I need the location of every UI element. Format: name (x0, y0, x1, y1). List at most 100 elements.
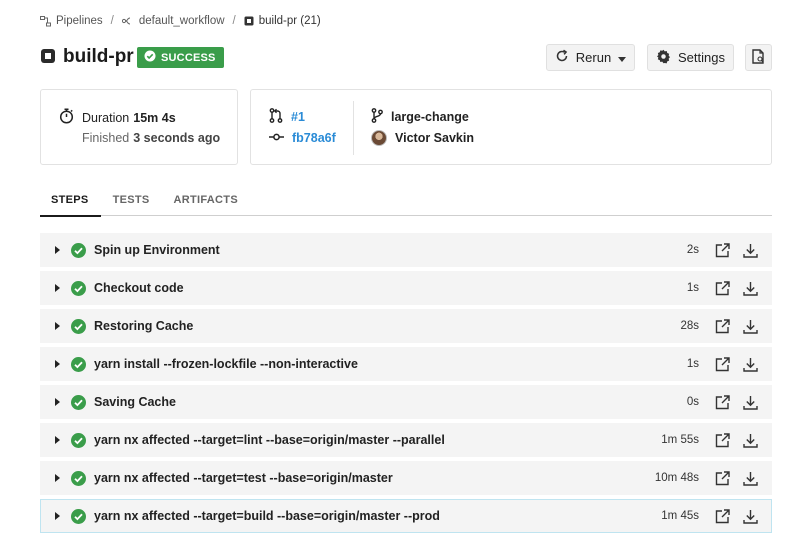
refresh-icon (555, 49, 569, 66)
success-check-icon (71, 508, 86, 524)
step-name: Checkout code (94, 281, 184, 295)
breadcrumb-label: build-pr (21) (258, 15, 321, 27)
download-icon[interactable] (741, 431, 759, 449)
commit-info-card: #1 fb78a6f large-change Victor Savkin (250, 89, 772, 165)
steps-list: Spin up Environment 2s Checkout code 1s … (40, 233, 772, 537)
step-name: yarn nx affected --target=build --base=o… (94, 509, 440, 523)
tab-bar: STEPS TESTS ARTIFACTS (40, 183, 772, 217)
download-icon[interactable] (741, 507, 759, 525)
duration-card: Duration 15m 4s Finished 3 seconds ago (40, 89, 238, 165)
commit-icon (269, 131, 284, 145)
pull-request-row: #1 (269, 108, 305, 126)
step-row[interactable]: yarn nx affected --target=lint --base=or… (40, 423, 772, 457)
download-icon[interactable] (741, 393, 759, 411)
document-icon (752, 48, 765, 67)
workflow-icon (121, 16, 134, 26)
caret-right-icon[interactable] (55, 474, 61, 482)
branch-name: large-change (391, 110, 469, 124)
step-row[interactable]: Spin up Environment 2s (40, 233, 772, 267)
caret-right-icon[interactable] (55, 398, 61, 406)
open-external-icon[interactable] (713, 317, 731, 335)
step-duration: 0s (686, 396, 699, 408)
page-title: build-pr (63, 46, 134, 67)
step-name: yarn nx affected --target=test --base=or… (94, 471, 393, 485)
status-badge: SUCCESS (137, 47, 224, 68)
step-duration: 1m 55s (661, 434, 699, 446)
success-check-icon (71, 242, 86, 258)
check-circle-icon (144, 50, 156, 65)
view-log-button[interactable] (745, 44, 772, 71)
finished-row: Finished 3 seconds ago (82, 131, 220, 145)
duration-row: Duration 15m 4s (59, 108, 176, 127)
step-row[interactable]: yarn install --frozen-lockfile --non-int… (40, 347, 772, 381)
tab-artifacts[interactable]: ARTIFACTS (162, 183, 250, 216)
success-check-icon (71, 470, 86, 486)
step-name: Spin up Environment (94, 243, 220, 257)
success-check-icon (71, 432, 86, 448)
caret-right-icon[interactable] (55, 512, 61, 520)
step-duration: 1m 45s (661, 510, 699, 522)
open-external-icon[interactable] (713, 507, 731, 525)
open-external-icon[interactable] (713, 431, 731, 449)
caret-right-icon[interactable] (55, 322, 61, 330)
author-name: Victor Savkin (395, 131, 474, 145)
open-external-icon[interactable] (713, 469, 731, 487)
breadcrumb-label: default_workflow (138, 15, 225, 27)
finished-value: 3 seconds ago (133, 131, 221, 145)
rerun-button[interactable]: Rerun (546, 44, 635, 71)
duration-value: 15m 4s (133, 110, 176, 125)
step-row[interactable]: yarn nx affected --target=test --base=or… (40, 461, 772, 495)
caret-down-icon (618, 50, 627, 65)
breadcrumb-item-workflow[interactable]: default_workflow (121, 15, 225, 27)
status-label: SUCCESS (161, 51, 216, 64)
step-row[interactable]: Checkout code 1s (40, 271, 772, 305)
step-name: yarn install --frozen-lockfile --non-int… (94, 357, 358, 371)
finished-label: Finished (82, 131, 130, 145)
caret-right-icon[interactable] (55, 284, 61, 292)
step-duration: 28s (680, 320, 699, 332)
commit-link[interactable]: fb78a6f (292, 131, 336, 145)
download-icon[interactable] (741, 241, 759, 259)
job-icon (244, 16, 254, 26)
stopwatch-icon (59, 108, 74, 127)
step-row[interactable]: Restoring Cache 28s (40, 309, 772, 343)
step-name: yarn nx affected --target=lint --base=or… (94, 433, 445, 447)
branch-icon (371, 108, 383, 126)
caret-right-icon[interactable] (55, 436, 61, 444)
caret-right-icon[interactable] (55, 246, 61, 254)
download-icon[interactable] (741, 355, 759, 373)
breadcrumb-separator: / (232, 15, 236, 27)
breadcrumb-item-pipelines[interactable]: Pipelines (40, 15, 103, 27)
rerun-label: Rerun (575, 50, 612, 65)
caret-right-icon[interactable] (55, 360, 61, 368)
duration-label: Duration (82, 110, 130, 125)
branch-row: large-change (371, 108, 469, 126)
tab-tests[interactable]: TESTS (101, 183, 162, 216)
step-row[interactable]: yarn nx affected --target=build --base=o… (40, 499, 772, 533)
breadcrumb-label: Pipelines (56, 15, 103, 27)
card-divider (353, 101, 354, 155)
step-duration: 10m 48s (654, 472, 699, 484)
open-external-icon[interactable] (713, 279, 731, 297)
author-row: Victor Savkin (371, 130, 474, 146)
step-duration: 2s (686, 244, 699, 256)
pull-request-link[interactable]: #1 (291, 110, 305, 124)
commit-row: fb78a6f (269, 131, 336, 145)
avatar (371, 130, 387, 146)
open-external-icon[interactable] (713, 393, 731, 411)
download-icon[interactable] (741, 279, 759, 297)
download-icon[interactable] (741, 469, 759, 487)
open-external-icon[interactable] (713, 355, 731, 373)
settings-button[interactable]: Settings (647, 44, 734, 71)
open-external-icon[interactable] (713, 241, 731, 259)
success-check-icon (71, 318, 86, 334)
download-icon[interactable] (741, 317, 759, 335)
tab-steps[interactable]: STEPS (40, 183, 101, 217)
job-icon (40, 48, 56, 64)
step-row[interactable]: Saving Cache 0s (40, 385, 772, 419)
step-duration: 1s (686, 358, 699, 370)
settings-label: Settings (678, 50, 725, 65)
pipelines-icon (40, 15, 51, 27)
breadcrumb: Pipelines / default_workflow / build-pr … (40, 13, 321, 29)
success-check-icon (71, 356, 86, 372)
